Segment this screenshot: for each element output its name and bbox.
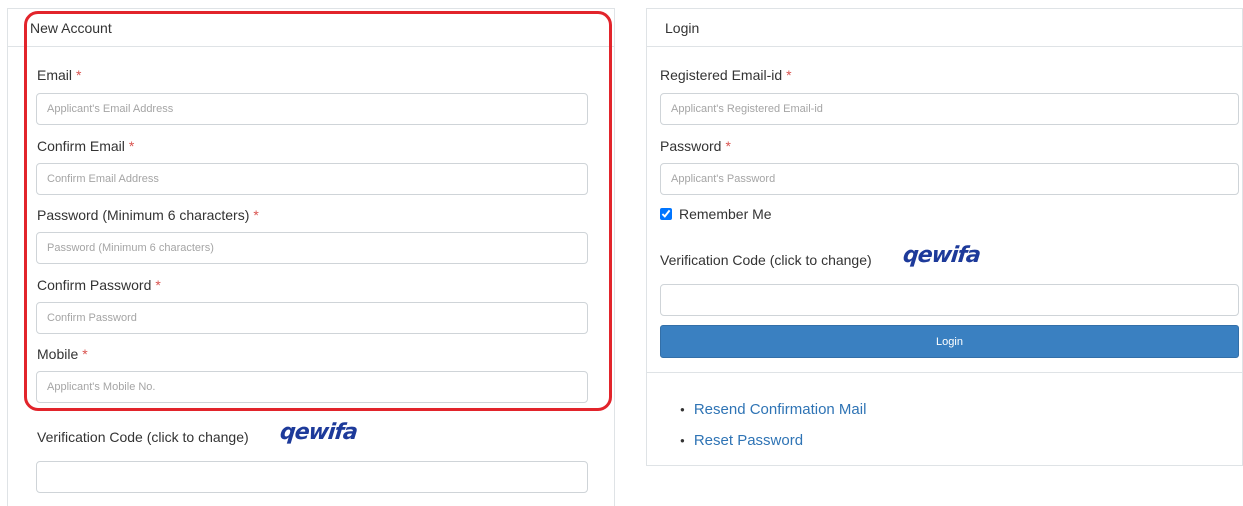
mobile-input[interactable] (36, 371, 588, 403)
new-captcha-image[interactable]: qewifa (279, 420, 359, 445)
login-password-label: Password * (660, 138, 731, 154)
registered-email-label-text: Registered Email-id (660, 67, 783, 83)
required-marker: * (82, 346, 88, 362)
login-title: Login (665, 19, 700, 36)
password-label-text: Password (Minimum 6 characters) (37, 207, 250, 223)
required-marker: * (725, 138, 731, 154)
list-item: ● Resend Confirmation Mail (680, 394, 866, 425)
registered-email-label: Registered Email-id * (660, 67, 792, 83)
required-marker: * (786, 67, 792, 83)
login-password-label-text: Password (660, 138, 722, 154)
login-verification-input[interactable] (660, 284, 1239, 316)
checkbox-icon[interactable] (660, 208, 672, 220)
remember-me[interactable]: Remember Me (660, 206, 772, 222)
bullet-icon: ● (680, 405, 685, 414)
bullet-icon: ● (680, 436, 685, 445)
remember-me-label: Remember Me (679, 206, 772, 222)
new-verification-input[interactable] (36, 461, 588, 493)
confirm-email-input[interactable] (36, 163, 588, 195)
new-account-heading: New Account (8, 9, 614, 47)
confirm-password-label: Confirm Password * (37, 277, 161, 293)
confirm-password-label-text: Confirm Password (37, 277, 152, 293)
mobile-label: Mobile * (37, 346, 88, 362)
registered-email-input[interactable] (660, 93, 1239, 125)
required-marker: * (76, 67, 82, 83)
login-heading: Login (647, 9, 1242, 47)
required-marker: * (155, 277, 161, 293)
password-label: Password (Minimum 6 characters) * (37, 207, 259, 223)
confirm-password-input[interactable] (36, 302, 588, 334)
login-password-input[interactable] (660, 163, 1239, 195)
reset-password-link[interactable]: Reset Password (694, 432, 803, 449)
email-input[interactable] (36, 93, 588, 125)
required-marker: * (128, 138, 135, 154)
email-label: Email * (37, 67, 81, 83)
login-captcha-image[interactable]: qewifa (902, 243, 982, 268)
list-item: ● Reset Password (680, 425, 866, 456)
new-account-title: New Account (30, 19, 112, 36)
required-marker: * (253, 207, 259, 223)
password-input[interactable] (36, 232, 588, 264)
resend-confirmation-link[interactable]: Resend Confirmation Mail (694, 401, 867, 418)
login-verification-label: Verification Code (click to change) (660, 252, 872, 268)
confirm-email-label: Confirm Email * (37, 138, 134, 154)
login-button[interactable]: Login (660, 325, 1239, 358)
new-verification-label: Verification Code (click to change) (37, 429, 249, 445)
divider (647, 372, 1242, 373)
email-label-text: Email (37, 67, 73, 83)
mobile-label-text: Mobile (37, 346, 79, 362)
help-links: ● Resend Confirmation Mail ● Reset Passw… (680, 394, 866, 456)
confirm-email-label-text: Confirm Email (37, 138, 125, 154)
